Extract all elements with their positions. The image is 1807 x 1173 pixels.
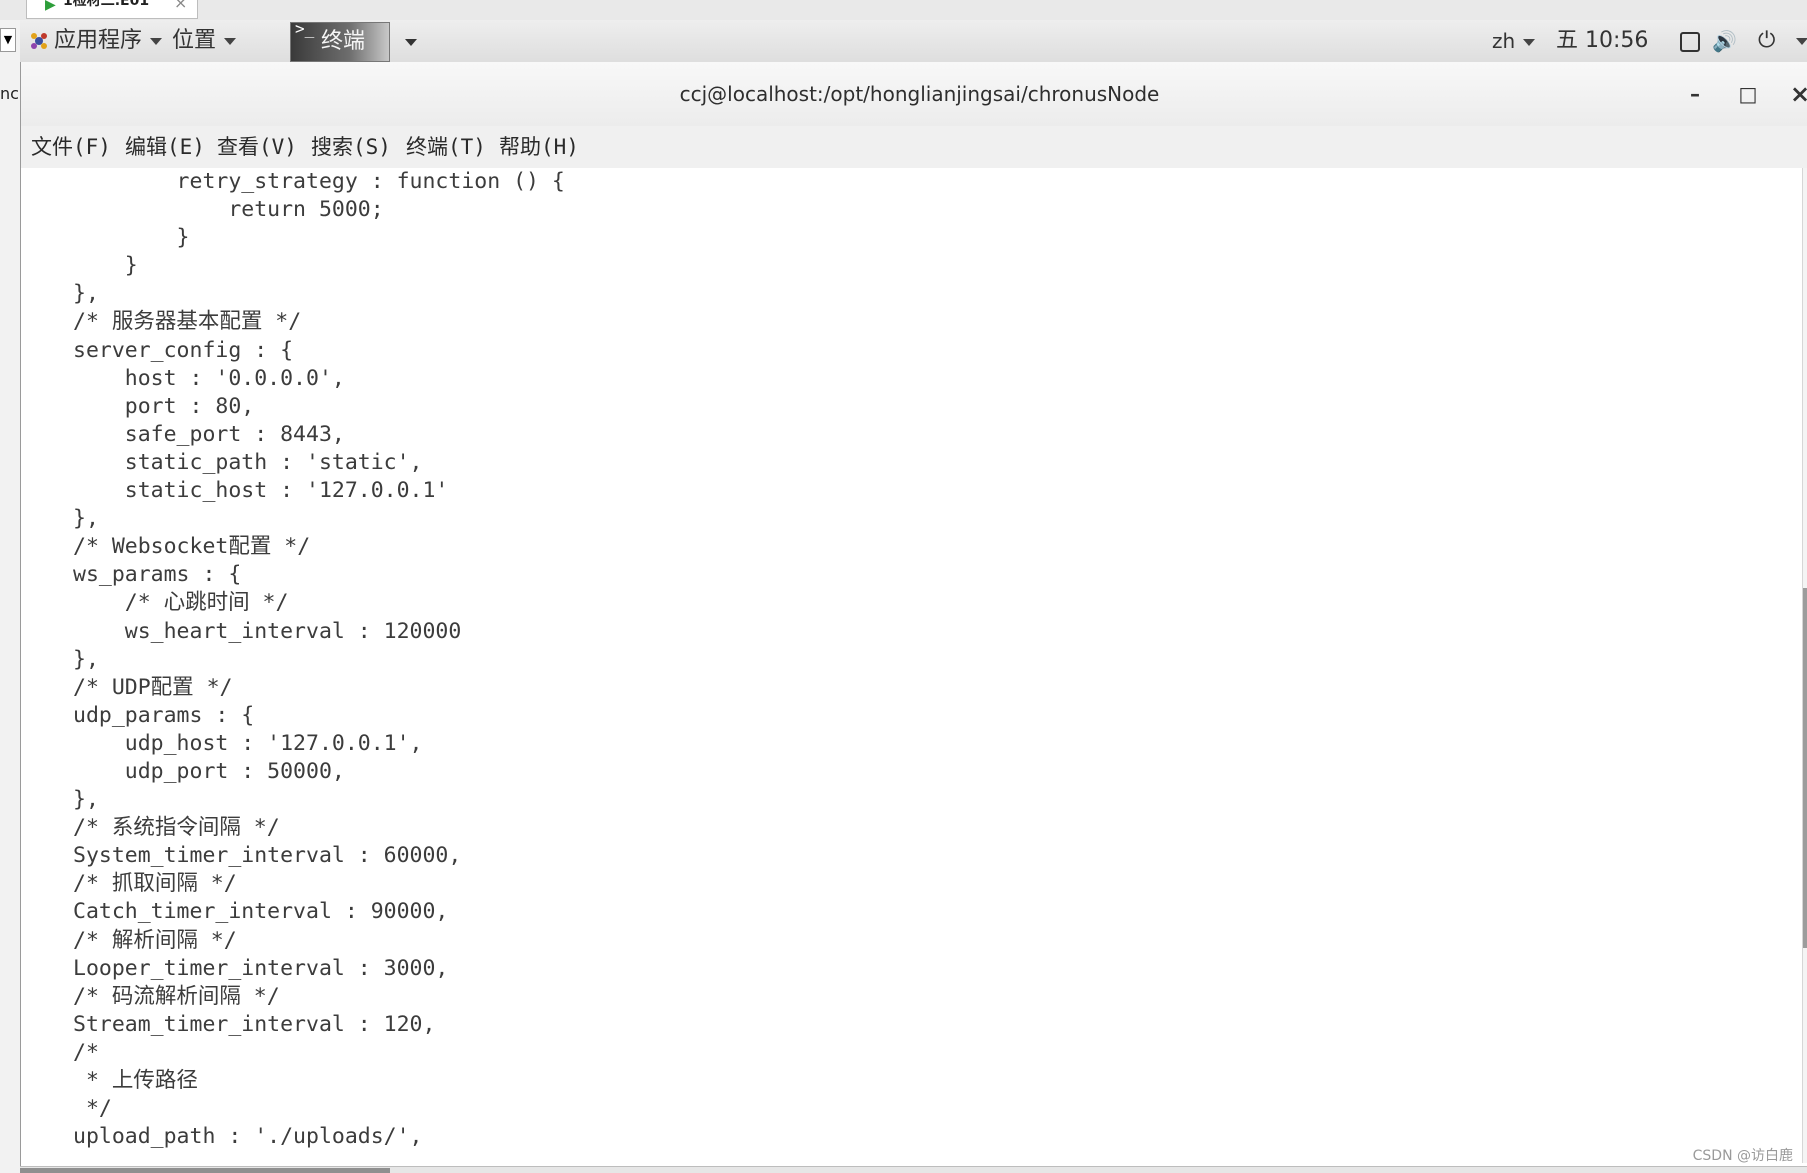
terminal-icon: >_ (295, 19, 315, 38)
horizontal-scrollbar[interactable] (20, 1166, 1807, 1173)
window-titlebar[interactable]: ccj@localhost:/opt/honglianjingsai/chron… (21, 62, 1807, 127)
places-menu[interactable]: 位置 (172, 20, 237, 62)
terminal-line: return 5000; (73, 197, 384, 223)
terminal-line: }, (73, 506, 99, 532)
menu-view[interactable]: 查看(V) (217, 126, 297, 168)
terminal-taskbar-button[interactable]: >_ 终端 (290, 19, 417, 62)
menu-help[interactable]: 帮助(H) (499, 126, 579, 168)
terminal-line: udp_params : { (73, 702, 255, 728)
volume-icon[interactable]: 🔊 (1712, 20, 1737, 62)
host-tab-title: 1检材二.E01 (63, 0, 150, 9)
screen: ▶ 1检材二.E01 × ▼ nc 应用程序 位置 >_ 终端 zh 五 10:… (0, 0, 1807, 1173)
clock[interactable]: 五 10:56 (1556, 20, 1648, 62)
input-method-indicator[interactable]: zh (1492, 20, 1536, 62)
menubar: 文件(F) 编辑(E) 查看(V) 搜索(S) 终端(T) 帮助(H) (21, 126, 1807, 169)
terminal-line: /* 解析间隔 */ (73, 927, 237, 953)
terminal-window: ccj@localhost:/opt/honglianjingsai/chron… (20, 62, 1807, 1173)
terminal-line: /* 系统指令间隔 */ (73, 815, 280, 841)
terminal-line: System_timer_interval : 60000, (73, 843, 462, 869)
terminal-line: Catch_timer_interval : 90000, (73, 899, 449, 925)
watermark: CSDN @访白鹿 (1692, 1148, 1793, 1164)
terminal-line: * 上传路径 (73, 1068, 198, 1093)
vertical-scrollbar[interactable] (1802, 168, 1807, 1163)
menu-search[interactable]: 搜索(S) (311, 126, 391, 168)
terminal-line: } (73, 253, 138, 279)
terminal-line: host : '0.0.0.0', (73, 365, 345, 391)
terminal-line: port : 80, (73, 393, 255, 419)
menu-terminal[interactable]: 终端(T) (406, 126, 486, 168)
terminal-line: }, (73, 281, 99, 307)
input-method-label: zh (1492, 29, 1516, 53)
top-panel: 应用程序 位置 >_ 终端 zh 五 10:56 🔊 ⏻ (20, 19, 1807, 63)
close-button[interactable]: × (1786, 80, 1807, 108)
terminal-line: /* 抓取间隔 */ (73, 871, 237, 897)
terminal-line: } (73, 225, 190, 251)
power-icon[interactable]: ⏻ (1758, 20, 1775, 62)
terminal-line: }, (73, 646, 99, 672)
host-left-edge: ▼ nc (0, 20, 21, 1173)
terminal-line: }, (73, 787, 99, 813)
terminal-line: /* 码流解析间隔 */ (73, 983, 280, 1009)
window-title: ccj@localhost:/opt/honglianjingsai/chron… (679, 82, 1160, 106)
workspace-icon[interactable] (1680, 32, 1700, 52)
play-icon: ▶ (45, 0, 56, 13)
system-menu-dropdown[interactable] (1788, 20, 1807, 62)
terminal-line: upload_path : './uploads/', (73, 1124, 423, 1150)
chevron-down-icon (1523, 39, 1536, 46)
menu-file[interactable]: 文件(F) (31, 126, 111, 168)
host-left-text-fragment: nc (0, 84, 19, 103)
menu-edit[interactable]: 编辑(E) (125, 126, 205, 168)
terminal-line: server_config : { (73, 337, 294, 363)
vertical-scrollbar-thumb[interactable] (1803, 588, 1807, 948)
terminal-output[interactable]: retry_strategy : function () { return 50… (21, 168, 1802, 1169)
terminal-lines: retry_strategy : function () { return 50… (73, 168, 565, 1151)
terminal-line: /* 服务器基本配置 */ (73, 309, 302, 335)
host-tab-strip: ▶ 1检材二.E01 × (0, 0, 1807, 21)
places-menu-label: 位置 (172, 28, 217, 53)
chevron-down-icon (224, 37, 237, 45)
horizontal-scrollbar-thumb[interactable] (20, 1168, 390, 1173)
collapse-arrow-icon[interactable]: ▼ (0, 28, 16, 52)
terminal-line: Looper_timer_interval : 3000, (73, 955, 449, 981)
terminal-taskbar-label: 终端 (321, 29, 366, 54)
terminal-line: udp_host : '127.0.0.1', (73, 730, 423, 756)
chevron-down-icon (1796, 37, 1807, 45)
terminal-line: udp_port : 50000, (73, 758, 345, 784)
terminal-line: /* UDP配置 */ (73, 674, 233, 700)
terminal-line: retry_strategy : function () { (73, 169, 565, 194)
applications-menu[interactable]: 应用程序 (54, 20, 163, 62)
terminal-line: */ (73, 1096, 112, 1122)
host-evidence-tab[interactable]: ▶ 1检材二.E01 × (26, 0, 198, 19)
maximize-button[interactable]: □ (1734, 80, 1762, 108)
applications-menu-label: 应用程序 (54, 28, 143, 53)
chevron-down-icon (405, 39, 417, 46)
terminal-line: static_path : 'static', (73, 449, 423, 475)
terminal-line: /* Websocket配置 */ (73, 534, 311, 560)
terminal-line: ws_heart_interval : 120000 (73, 618, 462, 644)
terminal-line: Stream_timer_interval : 120, (73, 1011, 436, 1037)
terminal-line: static_host : '127.0.0.1' (73, 478, 449, 504)
applications-icon (31, 33, 47, 49)
terminal-line: ws_params : { (73, 562, 242, 588)
close-icon[interactable]: × (174, 0, 187, 11)
terminal-line: safe_port : 8443, (73, 421, 345, 447)
chevron-down-icon (150, 37, 163, 45)
terminal-line: /* 心跳时间 */ (73, 590, 289, 616)
terminal-line: /* (73, 1039, 99, 1065)
minimize-button[interactable]: – (1681, 80, 1709, 108)
